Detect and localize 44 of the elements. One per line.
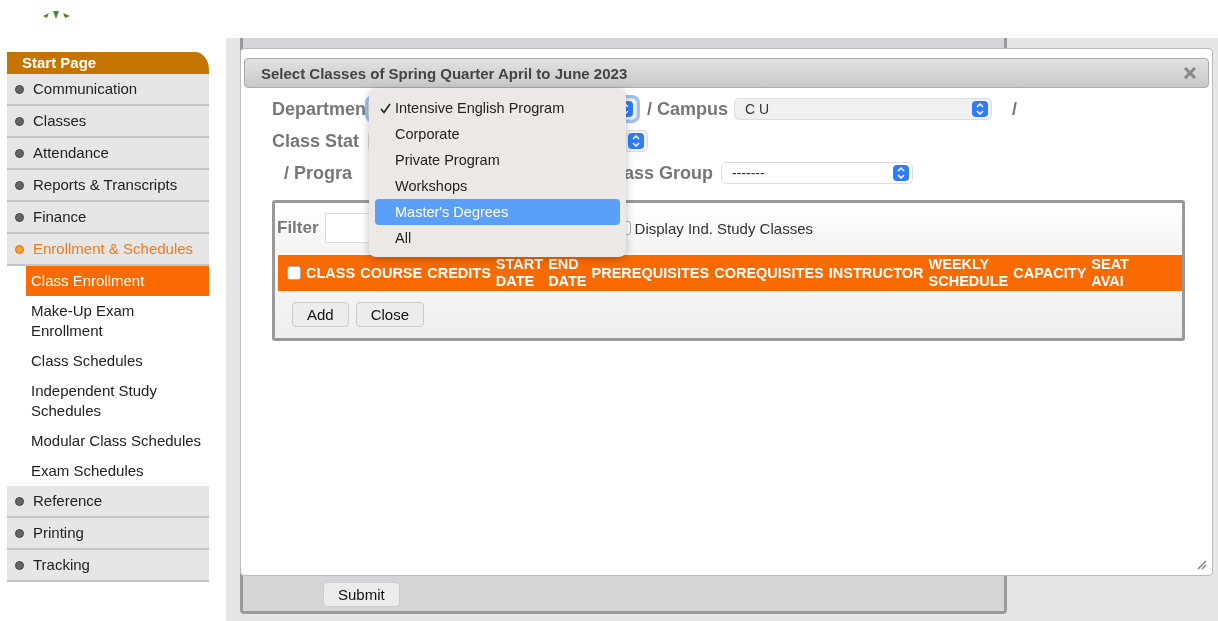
dialog-button[interactable]: Close: [355, 302, 425, 327]
program-label: / Progra: [284, 162, 354, 184]
sidebar-subitem[interactable]: Independent Study Schedules: [26, 376, 209, 426]
dialog-button[interactable]: Add: [292, 302, 349, 327]
class-group-select[interactable]: -------: [721, 162, 914, 184]
checkbox-label: Display Ind. Study Classes: [634, 219, 813, 237]
column-header: COURSE: [360, 264, 423, 282]
sidebar-item[interactable]: Communication: [7, 74, 209, 106]
menu-option[interactable]: Private Program: [375, 147, 620, 173]
column-header: CLASS: [306, 264, 356, 282]
sidebar-subitem[interactable]: Make-Up Exam Enrollment: [26, 296, 209, 346]
menu-option[interactable]: All: [375, 225, 620, 251]
filter-label: Filter: [277, 218, 319, 238]
column-header: COREQUISITES: [714, 264, 824, 282]
menu-option[interactable]: Corporate: [375, 121, 620, 147]
department-label: Departmen: [272, 98, 368, 120]
campus-label: / Campus: [647, 98, 729, 120]
separator-slash: /: [1012, 98, 1018, 120]
column-header: WEEKLY SCHEDULE: [928, 256, 1009, 290]
sidebar-item[interactable]: Tracking: [7, 550, 209, 582]
menu-option[interactable]: Intensive English Program: [375, 95, 620, 121]
sidebar-header[interactable]: Start Page: [7, 52, 209, 74]
column-header: PREREQUISITES: [591, 264, 710, 282]
sidebar-item[interactable]: Reports & Transcripts: [7, 170, 209, 202]
sidebar-subitem[interactable]: Class Schedules: [26, 346, 209, 376]
dialog-title: Select Classes of Spring Quarter April to June 2023: [261, 64, 628, 82]
column-header: START DATE: [495, 256, 544, 290]
menu-option[interactable]: Workshops: [375, 173, 620, 199]
sidebar-item[interactable]: Finance: [7, 202, 209, 234]
campus-select[interactable]: C U: [734, 98, 993, 120]
submit-button[interactable]: Submit: [323, 582, 400, 607]
column-header: CREDITS: [427, 264, 491, 282]
sidebar-subitem[interactable]: Modular Class Schedules: [26, 426, 209, 456]
class-status-label: Class Stat: [272, 130, 361, 152]
class-group-label: ass Group: [624, 162, 714, 184]
column-header: INSTRUCTOR: [828, 264, 924, 282]
sidebar-subitem[interactable]: Exam Schedules: [26, 456, 209, 486]
sidebar-item[interactable]: Attendance: [7, 138, 209, 170]
sidebar-item[interactable]: Classes: [7, 106, 209, 138]
column-header: CAPACITY: [1013, 264, 1087, 282]
sidebar-item[interactable]: Printing: [7, 518, 209, 550]
column-header: END DATE: [548, 256, 587, 290]
column-header: SEAT AVAI: [1091, 256, 1129, 290]
sidebar-item[interactable]: Reference: [7, 486, 209, 518]
